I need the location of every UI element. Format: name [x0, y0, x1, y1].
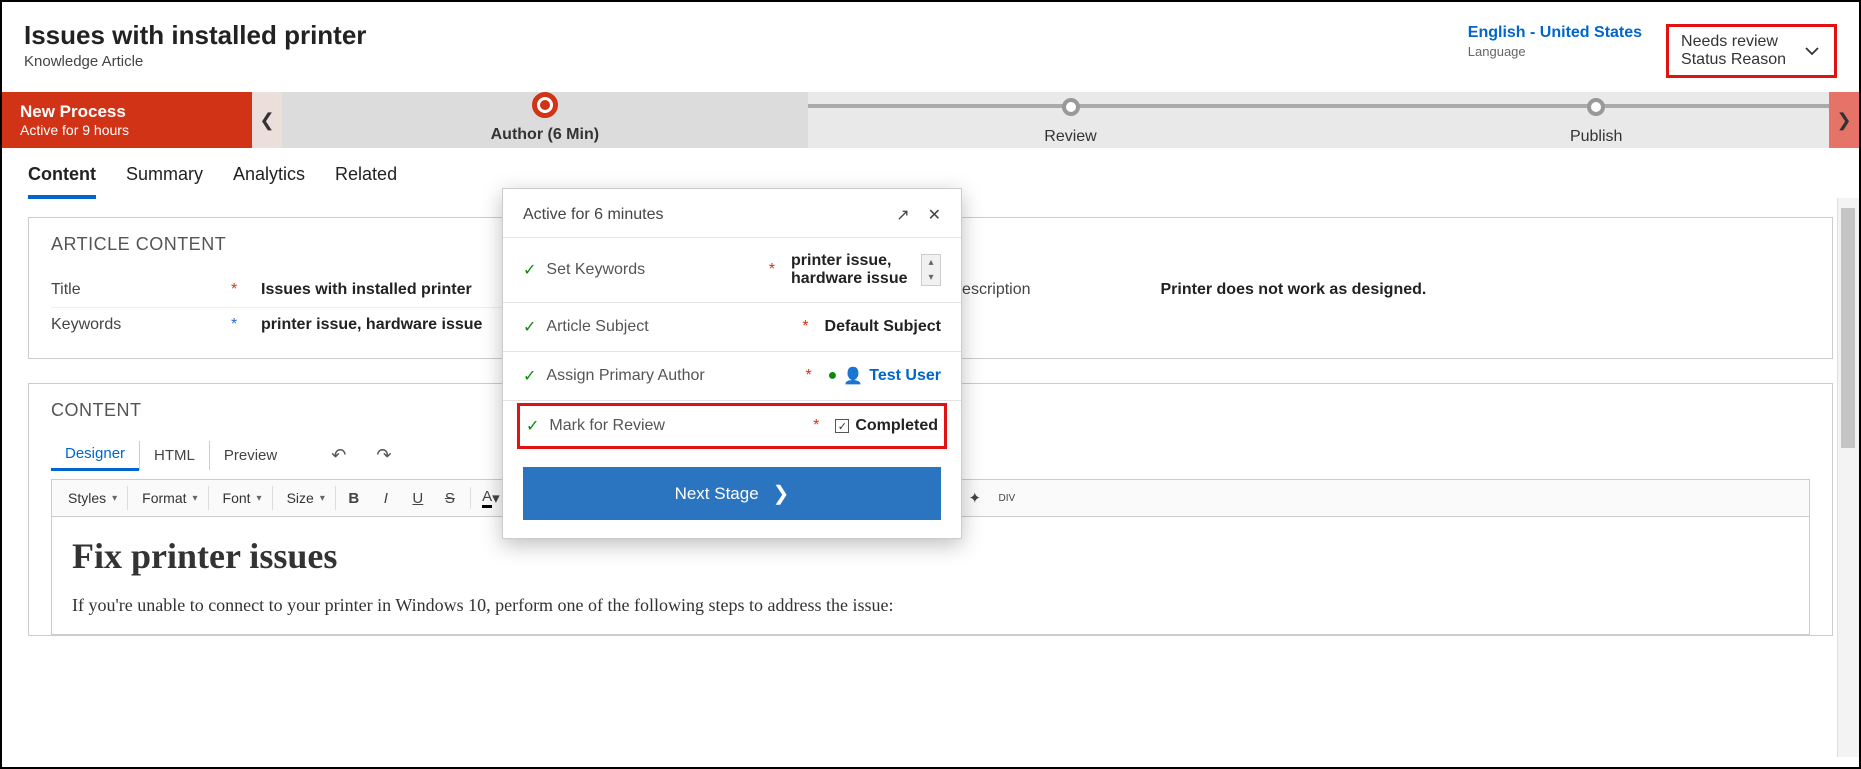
- description-label: Description: [951, 281, 1131, 299]
- keywords-value[interactable]: printer issue, hardware issue: [261, 316, 482, 334]
- process-bar: New Process Active for 9 hours ❮ Author …: [2, 92, 1859, 148]
- stage-author-label: Author (6 Min): [491, 126, 599, 143]
- required-icon: *: [805, 367, 811, 385]
- strike-icon[interactable]: S: [436, 484, 464, 512]
- language-value: English - United States: [1468, 24, 1642, 42]
- arrow-right-icon: ❯: [773, 481, 790, 506]
- editor-tab-preview[interactable]: Preview: [209, 441, 291, 470]
- status-value: Needs review: [1681, 33, 1786, 51]
- embed-icon[interactable]: ✦: [961, 484, 989, 512]
- scroll-spinner[interactable]: ▴▾: [921, 254, 941, 286]
- description-value[interactable]: Printer does not work as designed.: [1161, 281, 1427, 299]
- flyout-row-label: Article Subject: [546, 318, 802, 336]
- page-subtitle: Knowledge Article: [24, 53, 1468, 70]
- bold-icon[interactable]: B: [340, 484, 368, 512]
- language-field[interactable]: English - United States Language: [1468, 24, 1642, 59]
- editor-paragraph: If you're unable to connect to your prin…: [72, 595, 1789, 616]
- check-icon: ✓: [523, 366, 536, 386]
- status-label: Status Reason: [1681, 51, 1786, 69]
- process-duration: Active for 9 hours: [20, 122, 232, 138]
- stage-review-label: Review: [1044, 128, 1096, 145]
- flyout-row-value[interactable]: printer issue, hardware issue: [791, 252, 941, 288]
- flyout-row-label: Assign Primary Author: [546, 367, 805, 385]
- flyout-row-label: Set Keywords: [546, 261, 768, 279]
- flyout-row-value[interactable]: Default Subject: [825, 318, 941, 336]
- flyout-row-label: Mark for Review: [549, 417, 813, 435]
- title-label: Title: [51, 281, 231, 299]
- flyout-row-value: Completed: [855, 417, 938, 435]
- language-label: Language: [1468, 44, 1642, 59]
- chevron-down-icon: [1804, 46, 1820, 56]
- editor-tab-designer[interactable]: Designer: [51, 439, 139, 471]
- div-icon[interactable]: DIV: [993, 484, 1021, 512]
- person-icon: 👤: [843, 366, 863, 386]
- popout-icon[interactable]: ↗: [896, 205, 909, 225]
- check-icon: ✓: [526, 416, 539, 436]
- checkbox-icon[interactable]: ✓: [835, 419, 849, 433]
- tab-related[interactable]: Related: [335, 164, 397, 199]
- tab-summary[interactable]: Summary: [126, 164, 203, 199]
- stage-review[interactable]: Review: [808, 94, 1334, 146]
- required-icon: *: [769, 261, 775, 279]
- undo-icon[interactable]: ↶: [331, 445, 346, 466]
- stage-dot: [1587, 98, 1605, 116]
- underline-icon[interactable]: U: [404, 484, 432, 512]
- toolbar-size[interactable]: Size▾: [277, 486, 336, 510]
- stage-publish[interactable]: Publish: [1333, 94, 1859, 146]
- status-reason-field[interactable]: Needs review Status Reason: [1666, 24, 1837, 78]
- process-name-text: New Process: [20, 102, 232, 122]
- tab-analytics[interactable]: Analytics: [233, 164, 305, 199]
- toolbar-styles[interactable]: Styles▾: [58, 486, 128, 510]
- required-icon: *: [231, 281, 261, 299]
- toolbar-font[interactable]: Font▾: [213, 486, 273, 510]
- title-value[interactable]: Issues with installed printer: [261, 281, 472, 299]
- process-nav-left[interactable]: ❮: [252, 92, 282, 148]
- redo-icon[interactable]: ↷: [376, 445, 391, 466]
- editor-heading: Fix printer issues: [72, 535, 1789, 577]
- font-color-icon[interactable]: A▾: [477, 484, 505, 512]
- next-stage-button[interactable]: Next Stage ❯: [523, 467, 941, 520]
- toolbar-format[interactable]: Format▾: [132, 486, 208, 510]
- process-name[interactable]: New Process Active for 9 hours: [2, 92, 252, 148]
- stage-author[interactable]: Author (6 Min): [282, 92, 808, 148]
- recommended-icon: *: [231, 316, 261, 334]
- tab-content[interactable]: Content: [28, 164, 96, 199]
- vertical-scrollbar[interactable]: [1837, 198, 1859, 757]
- stage-flyout: Active for 6 minutes ↗ ✕ ✓ Set Keywords …: [502, 188, 962, 539]
- required-icon: *: [813, 417, 819, 435]
- page-title: Issues with installed printer: [24, 20, 1468, 51]
- check-icon: ✓: [523, 317, 536, 337]
- keywords-label: Keywords: [51, 316, 231, 334]
- check-icon: ✓: [523, 260, 536, 280]
- flyout-row-value[interactable]: Test User: [869, 367, 941, 385]
- next-stage-label: Next Stage: [675, 484, 759, 504]
- stage-publish-label: Publish: [1570, 128, 1622, 145]
- scrollbar-thumb[interactable]: [1841, 208, 1855, 448]
- stage-dot-active: [532, 92, 558, 118]
- close-icon[interactable]: ✕: [928, 205, 941, 225]
- stage-dot: [1062, 98, 1080, 116]
- italic-icon[interactable]: I: [372, 484, 400, 512]
- editor-tab-html[interactable]: HTML: [139, 441, 209, 470]
- verified-icon: ●: [828, 367, 838, 385]
- required-icon: *: [802, 318, 808, 336]
- flyout-title: Active for 6 minutes: [523, 206, 664, 224]
